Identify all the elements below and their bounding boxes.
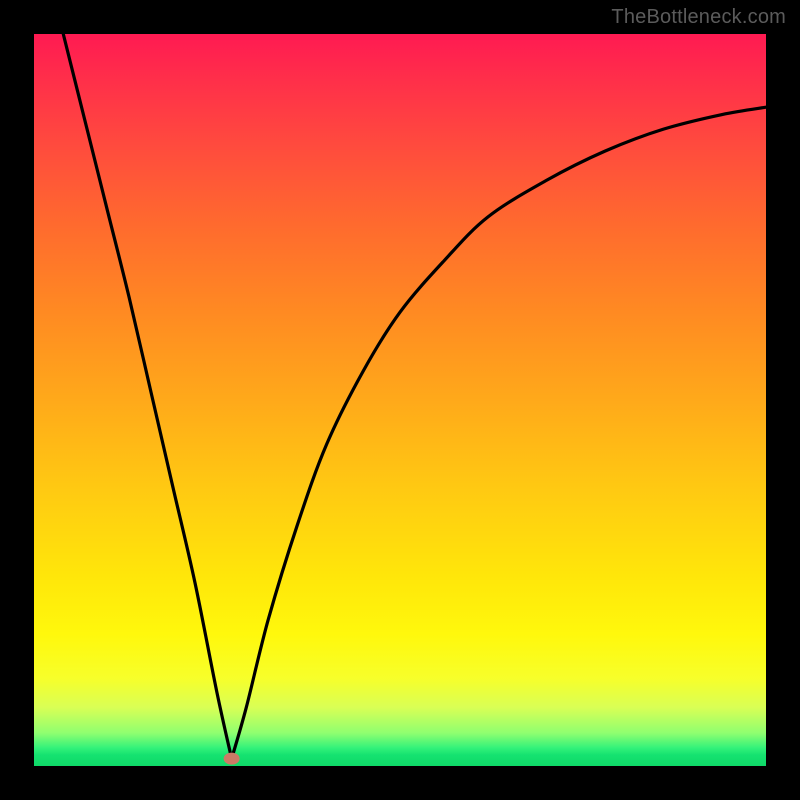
chart-frame: TheBottleneck.com	[0, 0, 800, 800]
bottleneck-curve	[34, 34, 766, 766]
curve-right-branch	[232, 107, 766, 758]
watermark-label: TheBottleneck.com	[611, 6, 786, 29]
minimum-marker	[224, 753, 240, 765]
curve-left-branch	[63, 34, 231, 759]
plot-area	[34, 34, 766, 766]
